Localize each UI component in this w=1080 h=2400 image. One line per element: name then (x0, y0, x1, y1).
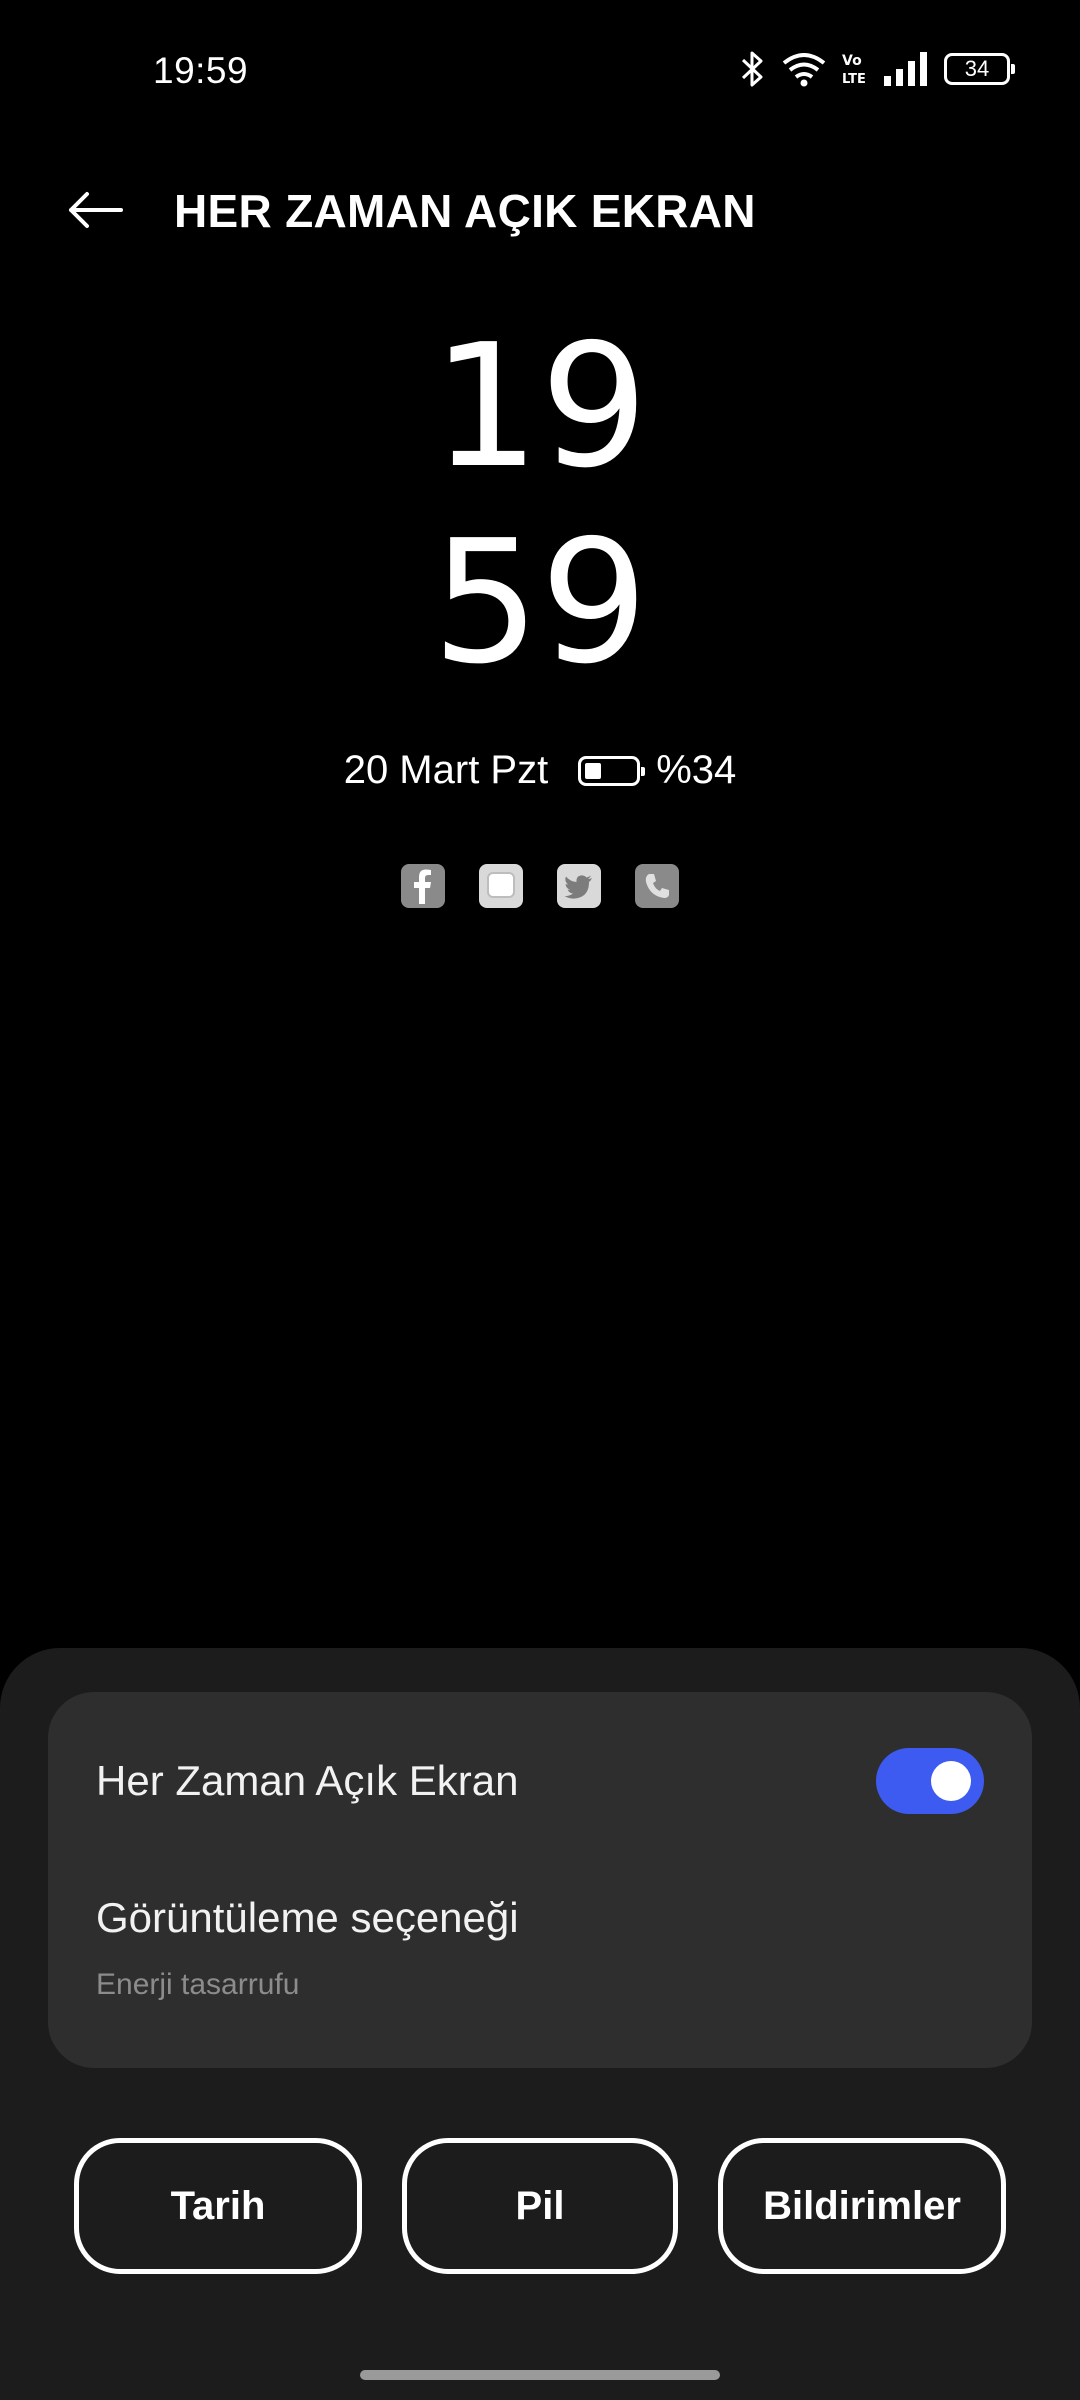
battery-icon: 34 (944, 53, 1015, 85)
svg-text:Vo: Vo (842, 53, 862, 69)
status-time: 19:59 (153, 50, 249, 91)
display-option-value: Enerji tasarrufu (96, 1968, 300, 2001)
preview-info-row: 20 Mart Pzt %34 (0, 748, 1080, 793)
settings-card: Her Zaman Açık Ekran Görüntüleme seçeneğ… (48, 1692, 1032, 2068)
preview-battery-icon (578, 755, 646, 786)
date-chip[interactable]: Tarih (74, 2138, 362, 2274)
status-icons: Vo LTE 34 (740, 50, 1015, 88)
messages-icon (479, 864, 523, 908)
style-chips: Tarih Pil Bildirimler (74, 2138, 1006, 2274)
svg-text:LTE: LTE (842, 72, 866, 87)
preview-battery-fill (585, 762, 602, 779)
toggle-knob (931, 1761, 971, 1801)
display-option-label: Görüntüleme seçeneği (96, 1894, 519, 1941)
signal-icon (884, 52, 928, 86)
battery-chip[interactable]: Pil (402, 2138, 678, 2274)
arrow-left-icon (69, 192, 123, 228)
twitter-icon (557, 864, 601, 908)
preview-clock-hour: 19 (431, 308, 649, 506)
aod-toggle-row[interactable]: Her Zaman Açık Ekran (96, 1740, 984, 1822)
preview-clock-minute: 59 (431, 504, 649, 702)
bluetooth-icon (740, 50, 766, 88)
volte-icon: Vo LTE (842, 51, 868, 87)
preview-notification-icons (0, 864, 1080, 908)
home-indicator[interactable] (360, 2370, 720, 2380)
aod-label: Her Zaman Açık Ekran (96, 1757, 519, 1804)
back-button[interactable] (60, 175, 130, 245)
settings-sheet: Her Zaman Açık Ekran Görüntüleme seçeneğ… (0, 1648, 1080, 2400)
preview-battery-text: %34 (656, 748, 737, 792)
preview-date: 20 Mart Pzt (343, 748, 549, 792)
battery-level-text: 34 (964, 56, 990, 81)
notifications-chip[interactable]: Bildirimler (718, 2138, 1006, 2274)
phone-icon (635, 864, 679, 908)
facebook-icon (401, 864, 445, 908)
page-title: HER ZAMAN AÇIK EKRAN (174, 185, 756, 237)
wifi-icon (782, 51, 826, 87)
screen: 19:59 Vo LTE 34 HER ZAMAN AÇIK EKRAN 19 … (0, 0, 1080, 2400)
display-option-row[interactable]: Görüntüleme seçeneği Enerji tasarrufu (96, 1884, 984, 2014)
aod-toggle-switch[interactable] (876, 1748, 984, 1814)
